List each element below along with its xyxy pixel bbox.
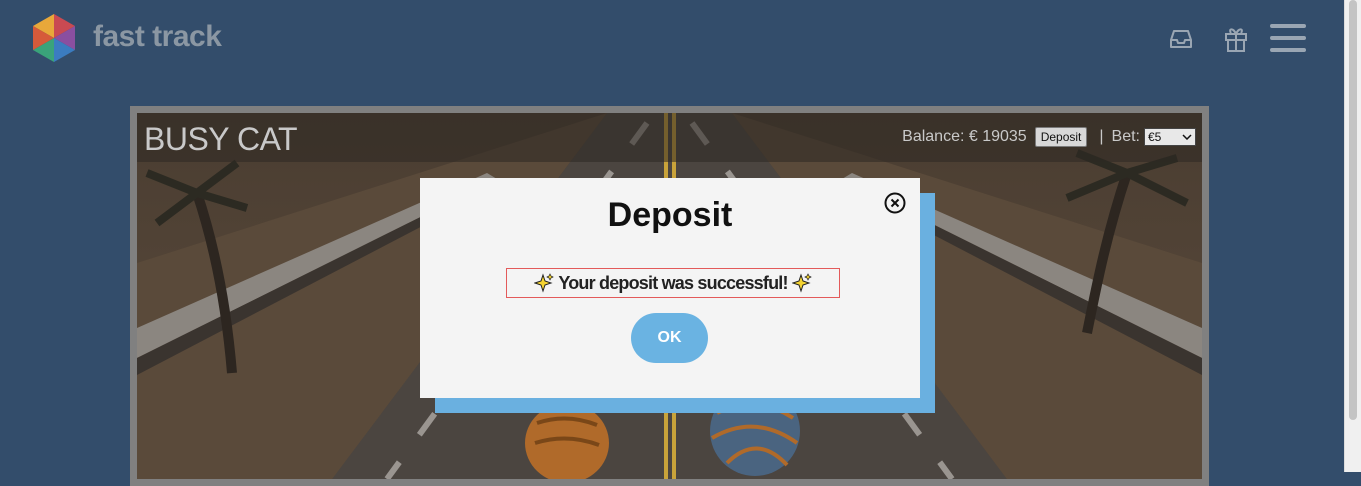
scrollbar-thumb[interactable] <box>1349 0 1357 420</box>
game-top-bar: BUSY CAT Balance: € 19035 Deposit | Bet:… <box>137 113 1202 162</box>
chevron-down-icon <box>1182 134 1192 140</box>
menu-line <box>1270 48 1306 52</box>
sparkles-icon <box>791 273 812 293</box>
separator: | <box>1099 128 1104 145</box>
menu-line <box>1270 36 1306 40</box>
close-icon[interactable] <box>884 192 906 214</box>
balance-area: Balance: € 19035 Deposit | Bet: €5 <box>902 127 1196 147</box>
hamburger-menu-icon[interactable] <box>1270 24 1306 54</box>
brand-name[interactable]: fast track <box>93 20 222 54</box>
menu-line <box>1270 24 1306 28</box>
ok-button[interactable]: OK <box>631 313 708 363</box>
inbox-icon[interactable] <box>1168 26 1194 52</box>
success-message: Your deposit was successful! <box>558 272 788 293</box>
fast-track-logo-icon <box>33 14 75 62</box>
deposit-modal: Deposit Your deposit was successful! OK <box>420 178 920 398</box>
bet-label: Bet: <box>1111 128 1140 145</box>
page-scrollbar[interactable] <box>1344 0 1361 472</box>
balance-label: Balance: € 19035 <box>902 128 1027 145</box>
bet-value: €5 <box>1148 130 1162 144</box>
game-title: BUSY CAT <box>144 121 298 157</box>
sparkles-icon <box>534 273 555 293</box>
gift-icon[interactable] <box>1223 25 1249 53</box>
modal-title: Deposit <box>607 196 733 234</box>
deposit-button[interactable]: Deposit <box>1034 127 1088 147</box>
bet-select[interactable]: €5 <box>1144 128 1196 146</box>
success-message-box: Your deposit was successful! <box>506 268 840 298</box>
